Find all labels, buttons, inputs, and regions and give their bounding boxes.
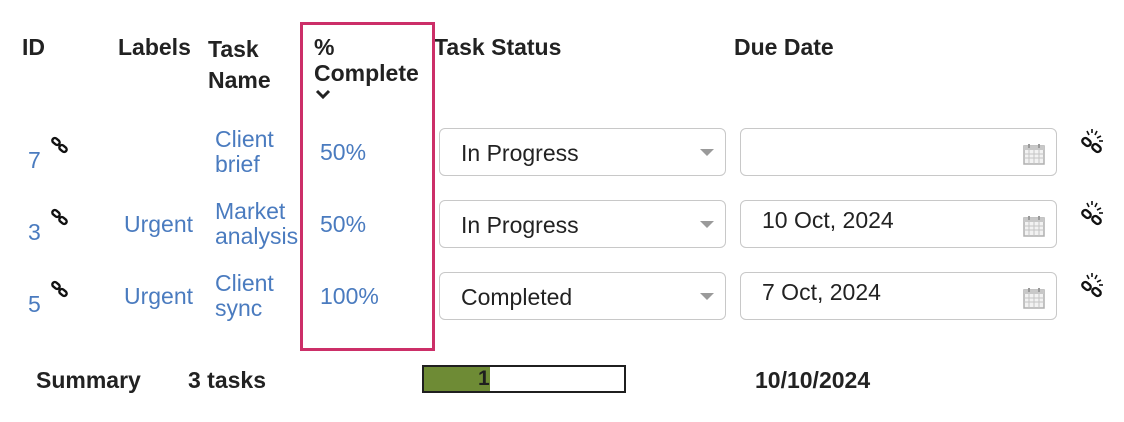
summary-progress-text: 1 [478, 367, 490, 390]
summary-label: Summary [36, 367, 141, 393]
summary-progress-bar: 1 [422, 365, 626, 393]
task-status-value: In Progress [461, 140, 579, 166]
dropdown-caret-icon [700, 293, 714, 300]
unlink-icon[interactable] [1079, 272, 1105, 298]
summary-task-count: 3 tasks [188, 367, 267, 393]
task-status-select[interactable]: Completed [439, 272, 726, 320]
calendar-icon[interactable] [1022, 214, 1046, 238]
table-row: 7 Client brief 50% In Progress [0, 127, 1124, 188]
task-status-select[interactable]: In Progress [439, 200, 726, 248]
column-header-task-name-line1: Task [208, 36, 259, 62]
table-row: 5 Urgent Client sync 100% Completed 7 Oc… [0, 271, 1124, 332]
calendar-icon[interactable] [1022, 286, 1046, 310]
task-id-link[interactable]: 5 [28, 291, 41, 318]
due-date-value: 7 Oct, 2024 [762, 279, 881, 305]
link-icon[interactable] [50, 280, 70, 300]
column-header-due-date[interactable]: Due Date [734, 34, 834, 61]
due-date-field[interactable] [740, 128, 1057, 176]
percent-complete-column-highlight [300, 22, 435, 351]
due-date-value: 10 Oct, 2024 [762, 207, 894, 233]
due-date-field[interactable]: 7 Oct, 2024 [740, 272, 1057, 320]
link-icon[interactable] [50, 136, 70, 156]
task-labels[interactable]: Urgent [124, 211, 193, 238]
column-header-task-name-line2: Name [208, 67, 271, 93]
column-header-task-status[interactable]: Task Status [434, 34, 561, 61]
summary-due-date: 10/10/2024 [755, 367, 871, 393]
link-icon[interactable] [50, 208, 70, 228]
dropdown-caret-icon [700, 149, 714, 156]
task-labels[interactable]: Urgent [124, 283, 193, 310]
unlink-icon[interactable] [1079, 200, 1105, 226]
calendar-icon[interactable] [1022, 142, 1046, 166]
column-header-task-name[interactable]: Task Name [208, 34, 303, 96]
task-table: ID Labels Task Name % Complete Task Stat… [0, 0, 1124, 422]
due-date-field[interactable]: 10 Oct, 2024 [740, 200, 1057, 248]
table-row: 3 Urgent Market analysis 50% In Progress… [0, 199, 1124, 260]
unlink-icon[interactable] [1079, 128, 1105, 154]
column-header-id[interactable]: ID [22, 34, 45, 61]
task-status-select[interactable]: In Progress [439, 128, 726, 176]
task-status-value: In Progress [461, 212, 579, 238]
column-header-labels[interactable]: Labels [118, 34, 191, 61]
task-id-link[interactable]: 3 [28, 219, 41, 246]
task-id-link[interactable]: 7 [28, 147, 41, 174]
dropdown-caret-icon [700, 221, 714, 228]
task-status-value: Completed [461, 284, 573, 310]
